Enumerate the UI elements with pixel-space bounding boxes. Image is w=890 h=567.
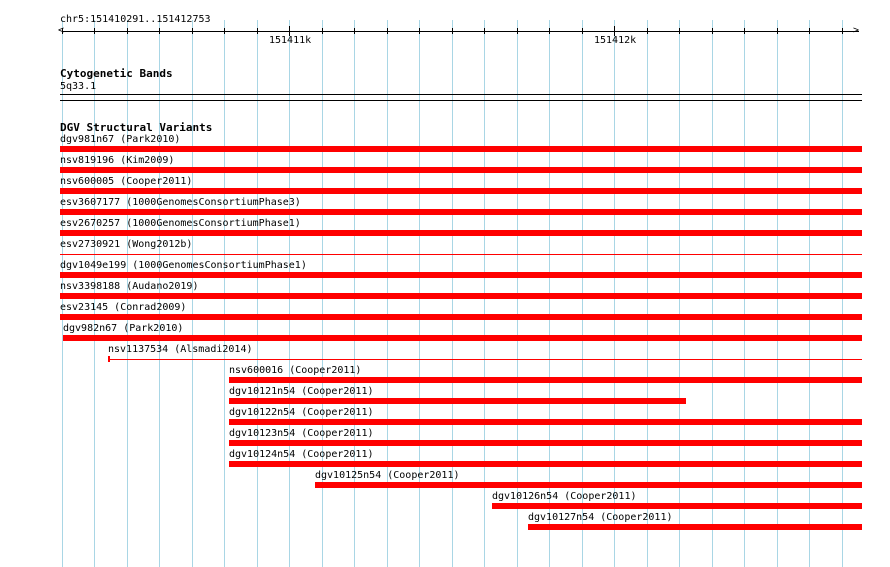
dgv-feature-label[interactable]: dgv982n67 (Park2010) (63, 323, 183, 335)
ruler-tick (62, 28, 63, 34)
ruler-tick (257, 28, 258, 34)
ruler-tick (127, 28, 128, 34)
dgv-feature-label[interactable]: esv3607177 (1000GenomesConsortiumPhase3) (60, 197, 301, 209)
ruler-label-151412k: 151412k (594, 35, 637, 46)
dgv-feature-bar[interactable] (60, 167, 862, 173)
dgv-feature-bar[interactable] (229, 440, 862, 446)
ruler-tick (712, 28, 713, 34)
ruler-tick (419, 28, 420, 34)
dgv-feature-bar[interactable] (60, 146, 862, 152)
dgv-feature-label[interactable]: nsv600016 (Cooper2011) (229, 365, 361, 377)
dgv-track-title: DGV Structural Variants (60, 121, 213, 134)
cytoband-track-title: Cytogenetic Bands (60, 67, 173, 80)
dgv-feature-line[interactable] (108, 359, 862, 360)
ruler-tick (842, 28, 843, 34)
dgv-feature-bar[interactable] (60, 272, 862, 278)
dgv-feature-label[interactable]: dgv10127n54 (Cooper2011) (528, 512, 673, 524)
dgv-feature-bar[interactable] (229, 461, 862, 467)
ruler-tick (387, 28, 388, 34)
dgv-feature-cap (108, 356, 110, 362)
cytoband-bar-top[interactable] (60, 94, 862, 95)
dgv-feature-bar[interactable] (492, 503, 862, 509)
dgv-feature-label[interactable]: dgv1049e199 (1000GenomesConsortiumPhase1… (60, 260, 307, 272)
ruler-tick (484, 28, 485, 34)
dgv-feature-label[interactable]: nsv819196 (Kim2009) (60, 155, 174, 167)
dgv-feature-label[interactable]: dgv10121n54 (Cooper2011) (229, 386, 374, 398)
dgv-feature-bar[interactable] (63, 335, 862, 341)
ruler-tick (452, 28, 453, 34)
location-label: chr5:151410291..151412753 (60, 14, 211, 25)
ruler-tick (159, 28, 160, 34)
dgv-feature-label[interactable]: dgv10124n54 (Cooper2011) (229, 449, 374, 461)
ruler-tick (647, 28, 648, 34)
ruler-tick (549, 28, 550, 34)
dgv-feature-bar[interactable] (229, 398, 686, 404)
dgv-feature-line[interactable] (60, 254, 862, 255)
ruler-tick (322, 28, 323, 34)
ruler-tick (354, 28, 355, 34)
dgv-feature-bar[interactable] (229, 419, 862, 425)
ruler-line (62, 31, 859, 32)
dgv-feature-bar[interactable] (229, 377, 862, 383)
dgv-feature-label[interactable]: nsv1137534 (Alsmadi2014) (108, 344, 253, 356)
dgv-feature-label[interactable]: dgv10123n54 (Cooper2011) (229, 428, 374, 440)
ruler-tick (809, 28, 810, 34)
ruler-tick (192, 28, 193, 34)
ruler-tick (777, 28, 778, 34)
dgv-feature-bar[interactable] (315, 482, 862, 488)
ruler-tick (744, 28, 745, 34)
dgv-feature-label[interactable]: dgv981n67 (Park2010) (60, 134, 180, 146)
ruler-tick (94, 28, 95, 34)
ruler-tick (679, 28, 680, 34)
dgv-feature-label[interactable]: esv23145 (Conrad2009) (60, 302, 186, 314)
cytoband-bar-bottom (60, 100, 862, 101)
dgv-feature-label[interactable]: dgv10125n54 (Cooper2011) (315, 470, 460, 482)
ruler-tick (582, 28, 583, 34)
ruler-tick (517, 28, 518, 34)
dgv-feature-label[interactable]: esv2730921 (Wong2012b) (60, 239, 192, 251)
ruler-tick (224, 28, 225, 34)
dgv-feature-label[interactable]: nsv600005 (Cooper2011) (60, 176, 192, 188)
dgv-feature-label[interactable]: dgv10122n54 (Cooper2011) (229, 407, 374, 419)
dgv-feature-bar[interactable] (60, 293, 862, 299)
dgv-feature-label[interactable]: nsv3398188 (Audano2019) (60, 281, 198, 293)
dgv-feature-bar[interactable] (60, 188, 862, 194)
ruler-right-arrow[interactable]: > (853, 25, 859, 37)
dgv-feature-label[interactable]: esv2670257 (1000GenomesConsortiumPhase1) (60, 218, 301, 230)
cytoband-label: 5q33.1 (60, 81, 97, 92)
dgv-feature-bar[interactable] (60, 314, 862, 320)
dgv-feature-label[interactable]: dgv10126n54 (Cooper2011) (492, 491, 637, 503)
dgv-feature-bar[interactable] (60, 209, 862, 215)
ruler-label-151411k: 151411k (269, 35, 312, 46)
dgv-feature-bar[interactable] (528, 524, 862, 530)
dgv-feature-bar[interactable] (60, 230, 862, 236)
